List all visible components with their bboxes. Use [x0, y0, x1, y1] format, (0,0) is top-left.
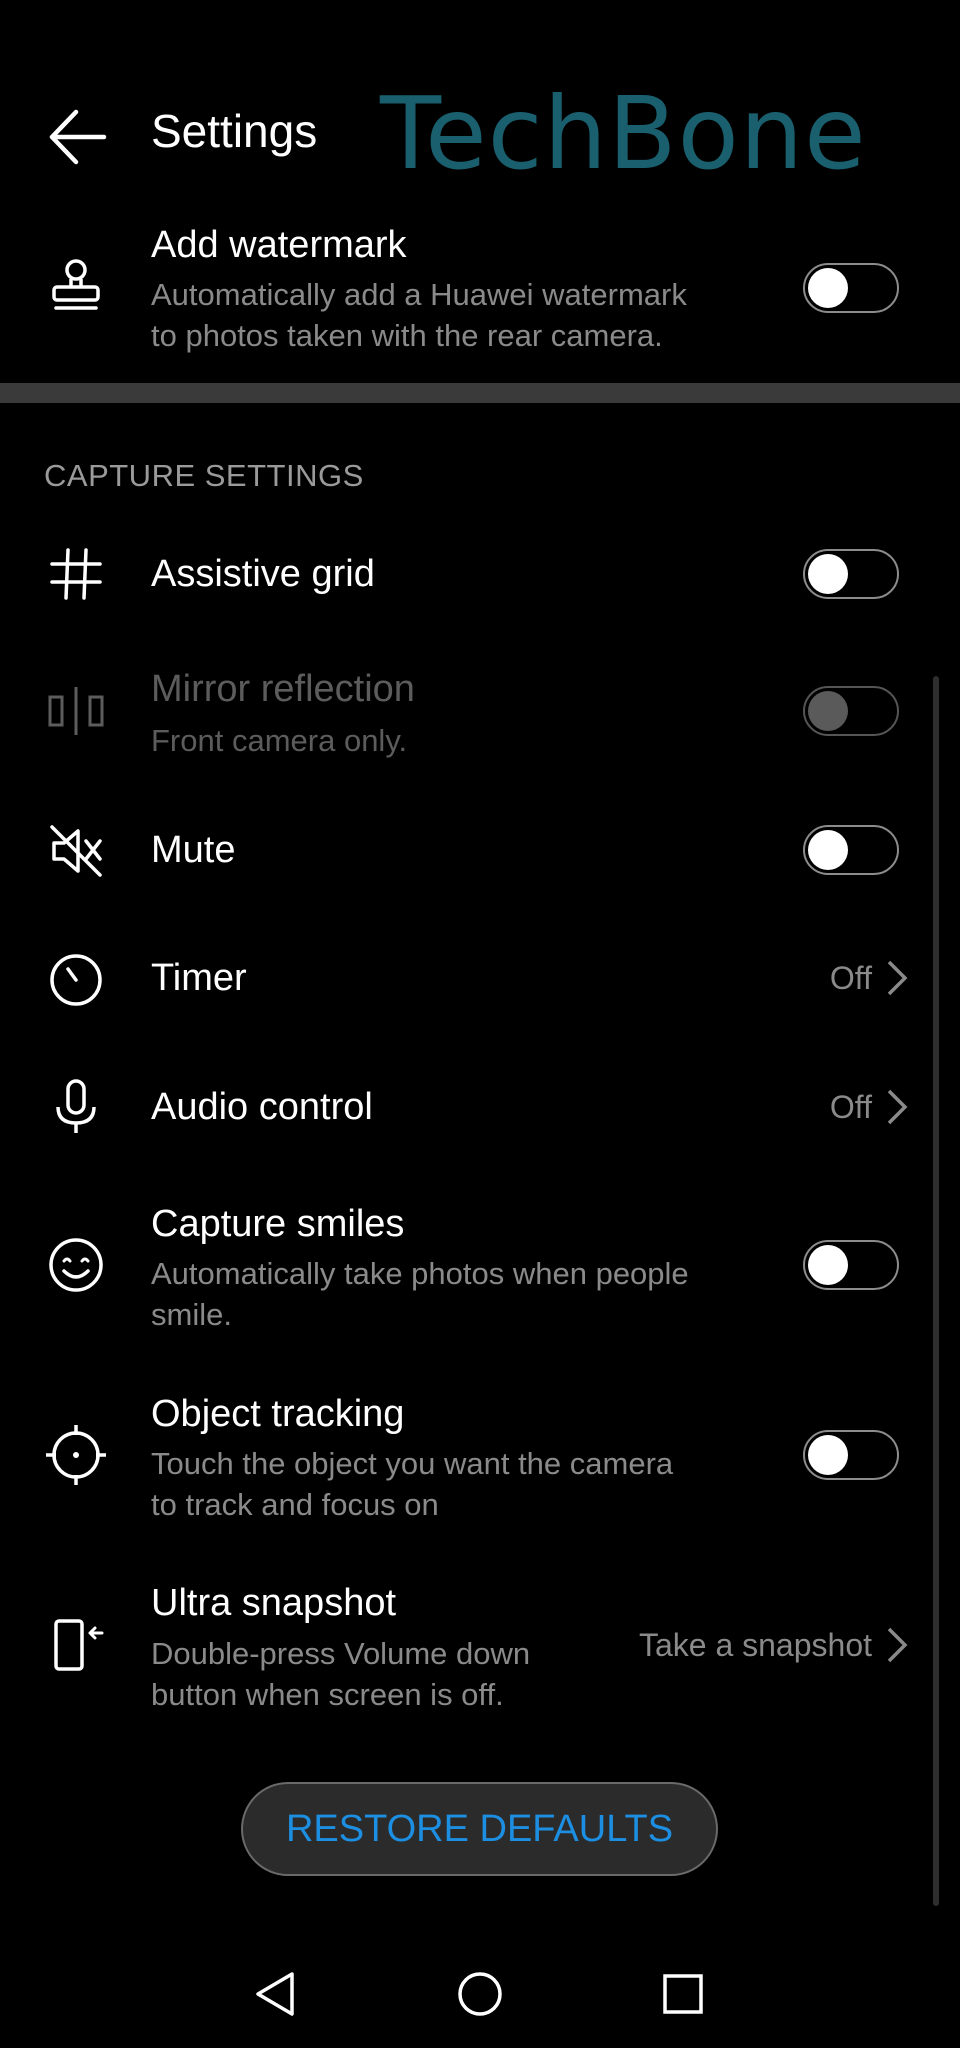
- add-watermark-subtitle-2: to photos taken with the rear camera.: [151, 318, 663, 353]
- object-tracking-subtitle-2: to track and focus on: [151, 1487, 439, 1522]
- restore-defaults-button[interactable]: RESTORE DEFAULTS: [241, 1782, 718, 1876]
- toggle-knob: [808, 1245, 848, 1285]
- capture-smiles-title: Capture smiles: [151, 1203, 405, 1245]
- timer-value: Off: [829, 960, 872, 996]
- chevron-right-icon: [884, 1625, 910, 1665]
- back-arrow-icon[interactable]: [44, 104, 110, 170]
- assistive-grid-toggle[interactable]: [803, 549, 899, 599]
- techbone-watermark: TechBone: [380, 75, 867, 192]
- back-triangle-icon[interactable]: [240, 1962, 310, 2026]
- object-tracking-subtitle-1: Touch the object you want the camera: [151, 1446, 674, 1481]
- recents-square-icon[interactable]: [648, 1962, 718, 2026]
- audio-control-title: Audio control: [151, 1086, 373, 1128]
- capture-smiles-toggle[interactable]: [803, 1240, 899, 1290]
- ultra-snapshot-subtitle-2: button when screen is off.: [151, 1677, 504, 1712]
- capture-smiles-subtitle-2: smile.: [151, 1297, 232, 1332]
- speaker-muted-icon: [44, 819, 108, 883]
- toggle-knob: [808, 1435, 848, 1475]
- chevron-right-icon: [884, 1087, 910, 1127]
- object-tracking-toggle[interactable]: [803, 1430, 899, 1480]
- toggle-knob: [808, 691, 848, 731]
- toggle-knob: [808, 268, 848, 308]
- toggle-knob: [808, 830, 848, 870]
- toggle-knob: [808, 554, 848, 594]
- phone-snapshot-icon: [44, 1613, 108, 1677]
- mute-title: Mute: [151, 829, 236, 871]
- mirror-reflection-toggle: [803, 686, 899, 736]
- mirror-reflection-subtitle: Front camera only.: [151, 723, 408, 758]
- crosshair-icon: [44, 1423, 108, 1487]
- home-circle-icon[interactable]: [445, 1962, 515, 2026]
- mirror-icon: [44, 679, 108, 743]
- timer-title: Timer: [151, 957, 247, 999]
- timer-icon: [44, 947, 108, 1011]
- capture-smiles-subtitle-1: Automatically take photos when people: [151, 1256, 689, 1291]
- scrollbar[interactable]: [933, 676, 939, 1906]
- grid-icon: [44, 542, 108, 606]
- object-tracking-title: Object tracking: [151, 1393, 405, 1435]
- add-watermark-subtitle-1: Automatically add a Huawei watermark: [151, 277, 687, 312]
- add-watermark-toggle[interactable]: [803, 263, 899, 313]
- smile-icon: [44, 1233, 108, 1297]
- ultra-snapshot-title: Ultra snapshot: [151, 1582, 397, 1624]
- ultra-snapshot-subtitle-1: Double-press Volume down: [151, 1636, 531, 1671]
- stamp-icon: [44, 254, 108, 318]
- section-divider: [0, 383, 960, 403]
- page-title: Settings: [151, 105, 318, 157]
- add-watermark-title: Add watermark: [151, 224, 407, 266]
- ultra-snapshot-value: Take a snapshot: [638, 1627, 872, 1663]
- mirror-reflection-title: Mirror reflection: [151, 668, 415, 710]
- mute-toggle[interactable]: [803, 825, 899, 875]
- audio-control-value: Off: [829, 1089, 872, 1125]
- chevron-right-icon: [884, 958, 910, 998]
- microphone-icon: [44, 1075, 108, 1139]
- section-header-capture-settings: CAPTURE SETTINGS: [44, 458, 364, 493]
- assistive-grid-title: Assistive grid: [151, 553, 375, 595]
